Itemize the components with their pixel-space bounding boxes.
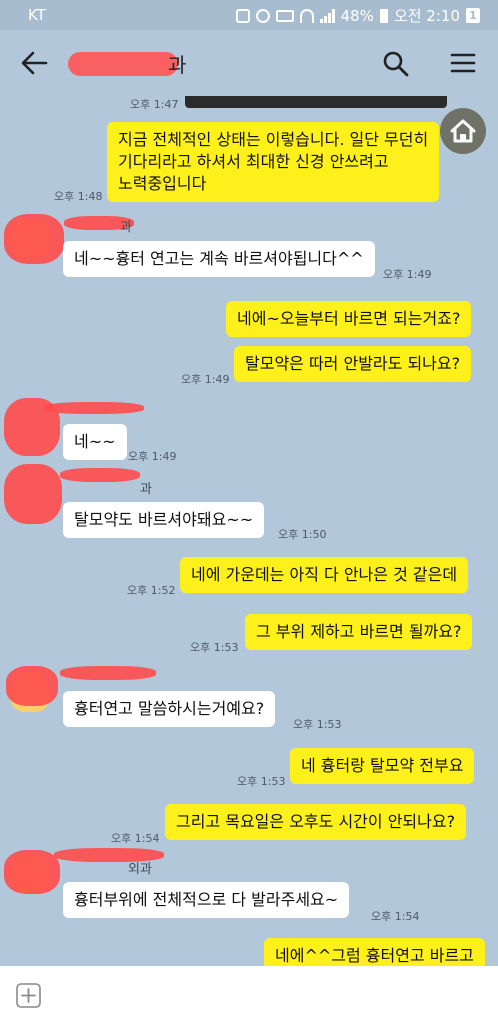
message-time: 오후 1:49 xyxy=(383,268,432,281)
redaction-scribble xyxy=(60,468,140,482)
redaction-scribble xyxy=(4,850,60,894)
message-time: 오후 1:48 xyxy=(54,190,103,203)
signal-icon xyxy=(319,8,335,23)
message-time: 오후 1:52 xyxy=(127,584,176,597)
message-time: 오후 1:53 xyxy=(190,641,239,654)
status-bar: KT 48% 오전 2:10 1 xyxy=(0,0,498,30)
redaction-scribble xyxy=(4,214,64,264)
redaction-scribble xyxy=(4,464,62,524)
carrier-label: KT xyxy=(28,6,46,24)
hd-icon xyxy=(275,9,294,22)
search-icon[interactable] xyxy=(382,50,410,78)
my-message-bubble[interactable]: 그 부위 제하고 바르면 될까요? xyxy=(245,614,473,650)
home-icon xyxy=(450,119,476,143)
message-time: 오후 1:53 xyxy=(237,775,286,788)
home-button[interactable] xyxy=(440,108,486,154)
plus-icon[interactable] xyxy=(16,983,41,1008)
their-message-bubble[interactable]: 흉터연고 말씀하시는거예요? xyxy=(63,691,276,727)
wifi-icon xyxy=(299,8,314,23)
my-message-bubble[interactable]: 네에 가운데는 아직 다 안나은 것 같은데 xyxy=(180,557,469,593)
chat-header: 과 xyxy=(0,30,498,96)
their-message-bubble[interactable]: 네~~ xyxy=(63,424,127,460)
battery-percent: 48% xyxy=(340,6,374,25)
hamburger-menu-icon[interactable] xyxy=(450,52,476,74)
redaction-scribble xyxy=(44,402,144,414)
message-time: 오후 1:54 xyxy=(371,910,420,923)
message-input-bar xyxy=(0,966,498,1024)
my-message-bubble[interactable]: 네 흉터랑 탈모약 전부요 xyxy=(290,748,475,784)
message-time: 오후 1:53 xyxy=(293,718,342,731)
clock: 오전 2:10 xyxy=(393,7,460,25)
alarm-icon xyxy=(255,8,270,23)
their-message-bubble[interactable]: 네~~흉터 연고는 계속 바르셔야됩니다^^ xyxy=(63,241,375,277)
sender-name: 외과 xyxy=(128,862,152,877)
redaction-scribble xyxy=(6,666,58,706)
chat-room-title: 과 xyxy=(168,53,187,77)
battery-icon xyxy=(379,8,388,23)
message-time: 오후 1:47 xyxy=(130,98,179,111)
image-message-edge[interactable] xyxy=(185,96,447,108)
redacted-name xyxy=(68,52,178,76)
message-time: 오후 1:49 xyxy=(128,450,177,463)
mute-icon xyxy=(235,8,250,23)
notification-badge: 1 xyxy=(466,8,480,23)
sender-name: 과 xyxy=(120,220,132,235)
my-message-bubble[interactable]: 그리고 목요일은 오후도 시간이 안되나요? xyxy=(165,804,467,840)
my-message-bubble[interactable]: 네에~오늘부터 바르면 되는거죠? xyxy=(226,301,472,337)
sender-name: 과 xyxy=(140,482,152,497)
chat-list[interactable]: 오후 1:47 지금 전체적인 상태는 이렇습니다. 일단 무던히 기다리라고 … xyxy=(0,96,498,966)
message-time: 오후 1:54 xyxy=(111,832,160,845)
my-message-bubble[interactable]: 지금 전체적인 상태는 이렇습니다. 일단 무던히 기다리라고 하셔서 최대한 … xyxy=(107,122,440,202)
message-time: 오후 1:49 xyxy=(181,373,230,386)
my-message-bubble[interactable]: 네에^^그럼 흉터연고 바르고 xyxy=(264,938,485,966)
message-time: 오후 1:50 xyxy=(278,528,327,541)
their-message-bubble[interactable]: 흉터부위에 전체적으로 다 발라주세요~ xyxy=(63,882,350,918)
back-arrow-icon[interactable] xyxy=(20,50,48,76)
their-message-bubble[interactable]: 탈모약도 바르셔야돼요~~ xyxy=(63,502,265,538)
redaction-scribble xyxy=(60,666,156,680)
my-message-bubble[interactable]: 탈모약은 따러 안발라도 되나요? xyxy=(234,346,472,382)
